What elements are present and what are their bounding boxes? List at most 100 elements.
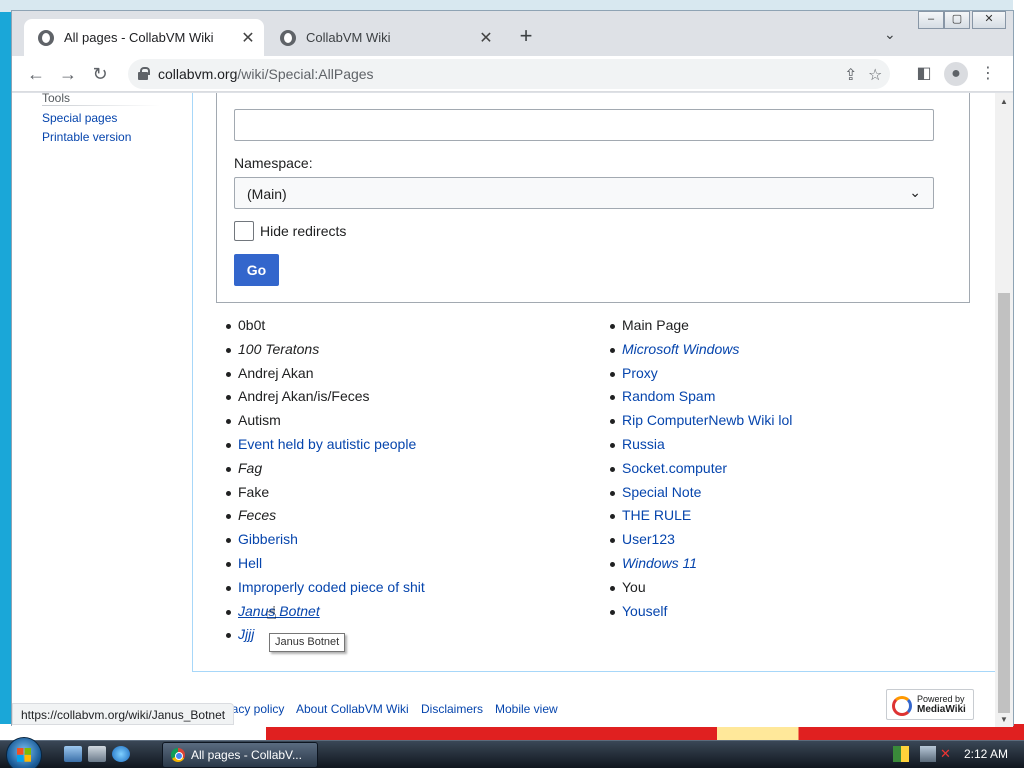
page-link[interactable]: Improperly coded piece of shit — [238, 579, 425, 595]
taskbar-clock[interactable]: 2:12 AM — [964, 747, 1008, 761]
close-window-button[interactable]: ✕ — [972, 11, 1006, 29]
hide-redirects-label[interactable]: Hide redirects — [260, 223, 346, 239]
page-link[interactable]: Youself — [622, 603, 667, 619]
sidebar-link-special-pages[interactable]: Special pages — [42, 111, 117, 125]
page-link[interactable]: User123 — [622, 531, 675, 547]
tab-all-pages[interactable]: All pages - CollabVM Wiki ✕ — [24, 19, 264, 56]
go-button[interactable]: Go — [234, 254, 279, 286]
page-link[interactable]: Event held by autistic people — [238, 436, 416, 452]
page-link[interactable]: Special Note — [622, 484, 701, 500]
page-list-item: Youself — [610, 603, 792, 627]
page-list-item: Gibberish — [226, 531, 425, 555]
url-path: /wiki/Special:AllPages — [237, 66, 374, 82]
reload-icon[interactable]: ↻ — [86, 60, 114, 88]
tab-title: CollabVM Wiki — [306, 30, 391, 45]
scroll-up-arrow-icon[interactable]: ▲ — [1000, 97, 1008, 106]
hand-cursor-icon: ☝ — [266, 603, 277, 623]
page-link[interactable]: Hell — [238, 555, 262, 571]
tab-search-button[interactable]: ⌄ — [884, 26, 896, 43]
namespace-select[interactable]: (Main) ⌄ — [234, 177, 934, 209]
minimize-button[interactable]: – — [918, 11, 944, 29]
page-link[interactable]: Fake — [238, 484, 269, 500]
new-tab-button[interactable]: + — [512, 23, 540, 51]
action-center-icon[interactable] — [893, 746, 909, 762]
page-list-item: Fake — [226, 484, 425, 508]
sidebar-divider — [42, 105, 160, 106]
page-link[interactable]: Fag — [238, 460, 262, 476]
powered-by-mediawiki-badge[interactable]: Powered by MediaWiki — [886, 689, 974, 720]
page-link[interactable]: Windows 11 — [622, 555, 697, 571]
page-list-item: Andrej Akan — [226, 365, 425, 389]
page-link[interactable]: THE RULE — [622, 507, 691, 523]
page-link[interactable]: You — [622, 579, 646, 595]
footer-link-mobile-view[interactable]: Mobile view — [495, 702, 558, 716]
page-link[interactable]: 0b0t — [238, 317, 265, 333]
internet-explorer-icon[interactable] — [112, 746, 130, 762]
scroll-down-arrow-icon[interactable]: ▼ — [1000, 715, 1008, 724]
taskbar-chrome-button[interactable]: All pages - CollabV... — [162, 742, 318, 768]
switch-windows-icon[interactable] — [88, 746, 106, 762]
page-list-item: Proxy — [610, 365, 792, 389]
page-link[interactable]: Random Spam — [622, 388, 715, 404]
page-list-item: Socket.computer — [610, 460, 792, 484]
sidebar-link-printable-version[interactable]: Printable version — [42, 130, 131, 144]
display-pages-input[interactable] — [234, 109, 934, 141]
start-button[interactable] — [6, 737, 42, 768]
page-link[interactable]: Socket.computer — [622, 460, 727, 476]
scrollbar-thumb[interactable] — [998, 293, 1010, 713]
page-list-item: Autism — [226, 412, 425, 436]
chevron-down-icon: ⌄ — [909, 184, 921, 200]
content-border-left — [192, 93, 193, 671]
namespace-label: Namespace: — [234, 155, 313, 171]
profile-avatar-icon[interactable]: ● — [944, 62, 968, 86]
forward-arrow-icon[interactable]: → — [54, 60, 82, 88]
bookmark-star-icon[interactable]: ☆ — [868, 65, 882, 85]
maximize-button[interactable]: ▢ — [944, 11, 970, 29]
page-link[interactable]: Rip ComputerNewb Wiki lol — [622, 412, 792, 428]
page-list-item: THE RULE — [610, 507, 792, 531]
address-bar[interactable]: collabvm.org/wiki/Special:AllPages ⇪ ☆ — [128, 59, 890, 89]
page-link[interactable]: Jjjj — [238, 626, 254, 642]
chrome-icon — [171, 748, 185, 762]
globe-icon — [280, 29, 296, 46]
hide-redirects-checkbox[interactable] — [234, 221, 254, 241]
volume-muted-icon[interactable]: ✕ — [940, 746, 956, 762]
tab-collabvm-wiki[interactable]: CollabVM Wiki ✕ — [266, 19, 502, 56]
close-tab-icon[interactable]: ✕ — [474, 28, 498, 48]
back-arrow-icon[interactable]: ← — [22, 60, 50, 88]
page-link[interactable]: Russia — [622, 436, 665, 452]
page-link[interactable]: Microsoft Windows — [622, 341, 739, 357]
page-link[interactable]: Andrej Akan — [238, 365, 314, 381]
page-link[interactable]: 100 Teratons — [238, 341, 319, 357]
footer-link-about[interactable]: About CollabVM Wiki — [296, 702, 409, 716]
page-list-item: Feces — [226, 507, 425, 531]
network-icon[interactable] — [920, 746, 936, 762]
side-panel-icon[interactable]: ◧ — [912, 62, 936, 86]
page-link[interactable]: Andrej Akan/is/Feces — [238, 388, 370, 404]
page-link[interactable]: Janus Botnet — [238, 603, 320, 619]
page-link[interactable]: Autism — [238, 412, 281, 428]
lock-icon[interactable] — [138, 67, 150, 80]
windows-logo-icon — [17, 748, 31, 762]
page-scrollbar[interactable]: ▲ ▼ — [995, 93, 1013, 727]
footer-link-disclaimers[interactable]: Disclaimers — [421, 702, 483, 716]
url-host: collabvm.org — [158, 66, 238, 82]
page-link[interactable]: Gibberish — [238, 531, 298, 547]
page-list-item: Russia — [610, 436, 792, 460]
allpages-form: Namespace: (Main) ⌄ Hide redirects Go — [216, 93, 970, 303]
share-icon[interactable]: ⇪ — [844, 65, 857, 85]
content-border-bottom — [192, 671, 995, 672]
page-list-item: Rip ComputerNewb Wiki lol — [610, 412, 792, 436]
page-link[interactable]: Feces — [238, 507, 276, 523]
close-tab-icon[interactable]: ✕ — [236, 28, 260, 48]
page-list-item: Event held by autistic people — [226, 436, 425, 460]
badge-mediawiki: MediaWiki — [917, 704, 966, 715]
page-list-item: Fag — [226, 460, 425, 484]
menu-kebab-icon[interactable]: ⋮ — [976, 62, 1000, 86]
show-desktop-icon[interactable] — [64, 746, 82, 762]
page-link[interactable]: Main Page — [622, 317, 689, 333]
page-link[interactable]: Proxy — [622, 365, 658, 381]
link-status-bar: https://collabvm.org/wiki/Janus_Botnet — [12, 703, 235, 725]
page-list-item: Andrej Akan/is/Feces — [226, 388, 425, 412]
browser-window: All pages - CollabVM Wiki ✕ CollabVM Wik… — [11, 10, 1014, 727]
